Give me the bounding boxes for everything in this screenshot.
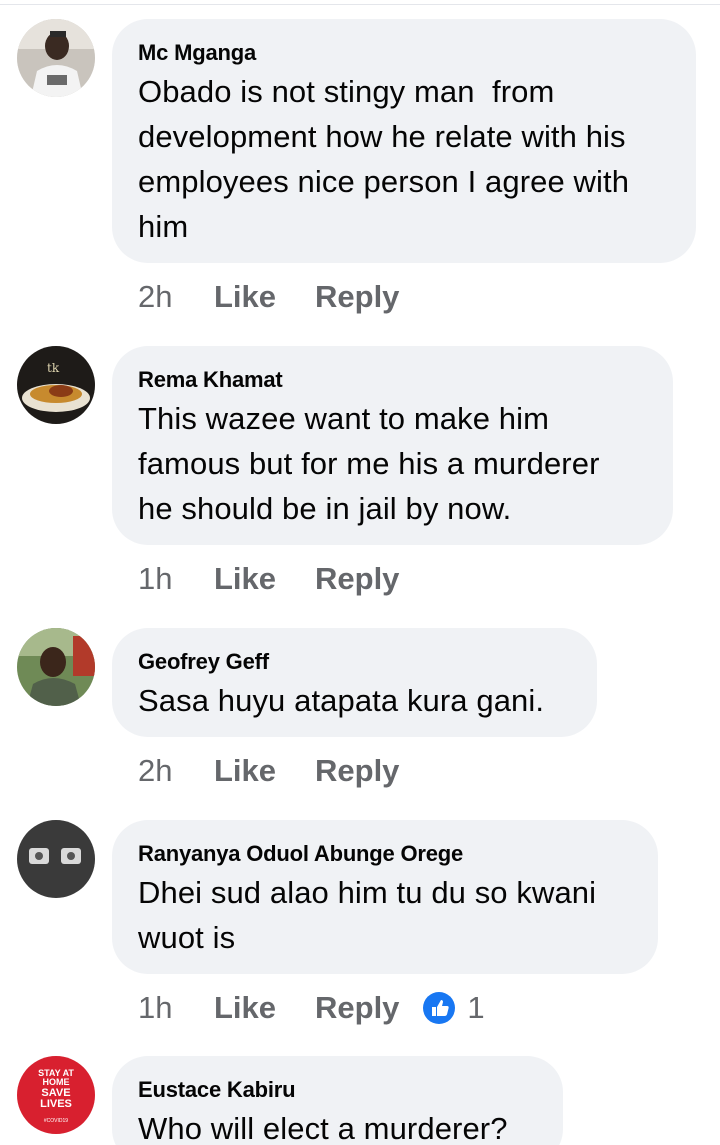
comment-actions: 2h Like Reply [138,753,423,789]
comment-text-line: Who will elect a murderer? [138,1111,508,1145]
comment-text-line: Dhei sud alao him tu du so kwani [138,875,597,910]
comment-bubble: Eustace Kabiru Who will elect a murderer… [112,1056,563,1145]
comment-author[interactable]: Rema Khamat [138,366,647,394]
like-button[interactable]: Like [214,561,315,597]
avatar-text: LIVES [40,1098,72,1110]
comment-bubble: Geofrey Geff Sasa huyu atapata kura gani… [112,628,597,737]
avatar-text: #COVID19 [44,1118,68,1124]
avatar[interactable] [17,628,95,706]
comment-bubble: Rema Khamat This wazee want to make him … [112,346,673,545]
avatar[interactable] [17,19,95,97]
reply-button[interactable]: Reply [315,279,399,315]
like-button[interactable]: Like [214,753,315,789]
comment-text: Obado is not stingy man from development… [138,69,670,249]
comment-text-line: famous but for me his a murderer [138,446,600,481]
comment-text: Who will elect a murderer? [138,1106,537,1145]
avatar[interactable]: tk [17,346,95,424]
reaction-summary[interactable]: 1 [423,990,485,1026]
comment-text-line: development how he relate with his [138,119,626,154]
comment-text-line: he should be in jail by now. [138,491,512,526]
avatar[interactable]: STAY AT HOME SAVE LIVES #COVID19 [17,1056,95,1134]
comment-timestamp[interactable]: 1h [138,561,214,597]
comment-author[interactable]: Geofrey Geff [138,648,571,676]
comment-text-line: Sasa huyu atapata kura gani. [138,683,545,718]
avatar-photo-icon [17,820,95,898]
reply-button[interactable]: Reply [315,753,399,789]
comment-text-line: Obado is not stingy man from [138,74,555,109]
comment-author[interactable]: Mc Mganga [138,39,670,67]
avatar-food-icon: tk [17,346,95,424]
avatar-text: HOME [43,1077,70,1087]
top-divider [0,4,720,5]
comment-actions: 1h Like Reply [138,561,423,597]
comment-text: Dhei sud alao him tu du so kwani wuot is [138,870,632,960]
avatar-photo-icon [17,628,95,706]
avatar[interactable] [17,820,95,898]
like-button[interactable]: Like [214,279,315,315]
comment-text: Sasa huyu atapata kura gani. [138,678,571,723]
comment-text-line: This wazee want to make him [138,401,550,436]
comment-text-line: wuot is [138,920,236,955]
comment-bubble: Ranyanya Oduol Abunge Orege Dhei sud ala… [112,820,658,974]
comment-timestamp[interactable]: 1h [138,990,214,1026]
reply-button[interactable]: Reply [315,990,399,1026]
comment-text-line: employees nice person I agree with [138,164,630,199]
comment-text-line: him [138,209,189,244]
avatar-photo-icon [17,19,95,97]
comment-timestamp[interactable]: 2h [138,753,214,789]
comment-actions: 2h Like Reply [138,279,423,315]
comment-author[interactable]: Eustace Kabiru [138,1076,537,1104]
comment-timestamp[interactable]: 2h [138,279,214,315]
thumbs-up-icon [423,992,456,1024]
reply-button[interactable]: Reply [315,561,399,597]
like-button[interactable]: Like [214,990,315,1026]
reaction-count: 1 [467,990,485,1025]
comment-bubble: Mc Mganga Obado is not stingy man from d… [112,19,696,263]
avatar-stay-home-icon: STAY AT HOME SAVE LIVES #COVID19 [17,1056,95,1134]
comment-author[interactable]: Ranyanya Oduol Abunge Orege [138,840,632,868]
comment-actions: 1h Like Reply 1 [138,990,485,1026]
comment-text: This wazee want to make him famous but f… [138,396,647,531]
svg-text:tk: tk [47,361,60,375]
